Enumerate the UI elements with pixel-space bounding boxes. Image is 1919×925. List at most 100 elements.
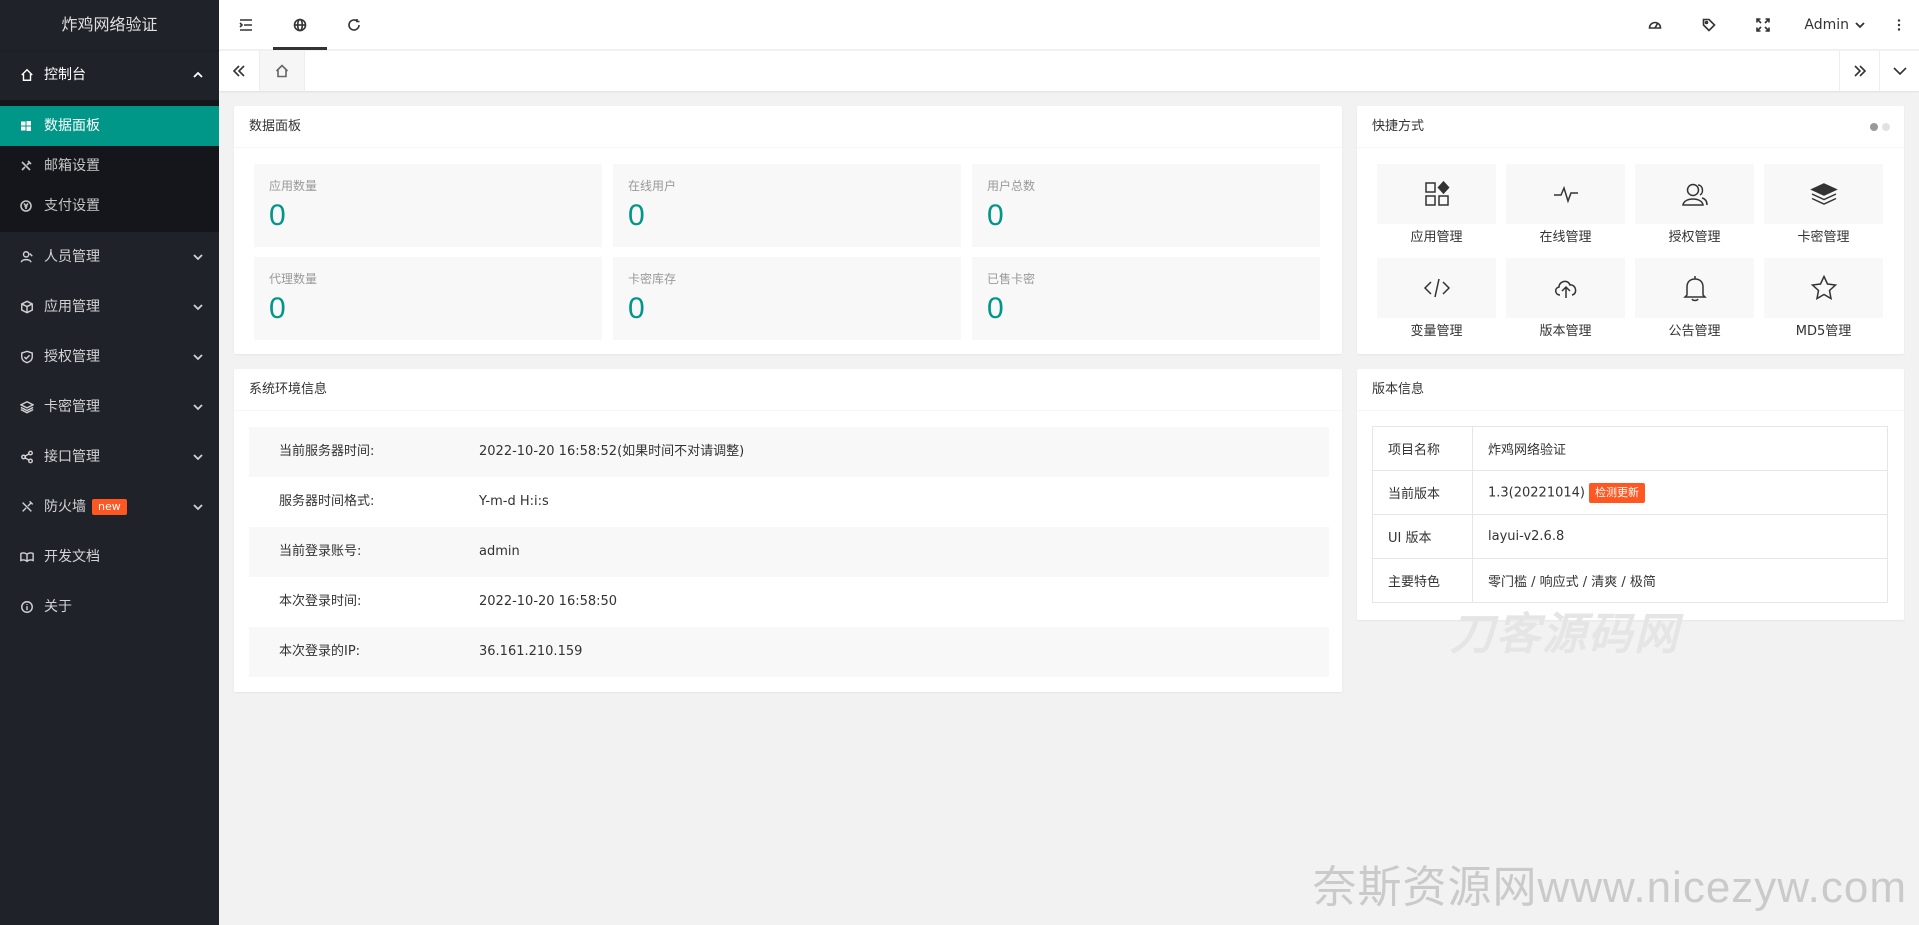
sidebar-item-label: 授权管理 xyxy=(44,349,100,365)
env-key: 服务器时间格式: xyxy=(279,494,375,509)
shortcut-var-manage[interactable]: 变量管理 xyxy=(1377,258,1496,346)
table-row: UI 版本 layui-v2.6.8 xyxy=(1372,514,1888,559)
env-value: admin xyxy=(479,544,520,559)
stat-label: 卡密库存 xyxy=(628,272,677,286)
sidebar-item-data-panel[interactable]: 数据面板 xyxy=(0,106,219,146)
version-table: 项目名称 炸鸡网络验证 当前版本 1.3(20221014) 检测更新 UI 版本… xyxy=(1372,426,1888,603)
info-icon xyxy=(20,600,34,614)
user-menu[interactable]: Admin xyxy=(1790,0,1879,50)
sidebar-item-pay-settings[interactable]: 支付设置 xyxy=(0,186,219,226)
stat-value: 0 xyxy=(987,292,1004,325)
check-update-button[interactable]: 检测更新 xyxy=(1589,482,1645,503)
stat-label: 已售卡密 xyxy=(987,272,1036,286)
sidebar-item-docs[interactable]: 开发文档 xyxy=(0,532,219,582)
sidebar-item-cards[interactable]: 卡密管理 xyxy=(0,382,219,432)
tab-home[interactable] xyxy=(259,51,305,91)
version-key: 当前版本 xyxy=(1372,470,1473,515)
layers-icon xyxy=(20,400,34,414)
table-row: 当前版本 1.3(20221014) 检测更新 xyxy=(1372,470,1888,515)
env-row: 当前服务器时间: 2022-10-20 16:58:52(如果时间不对请调整) xyxy=(249,427,1329,477)
fullscreen-icon xyxy=(1756,18,1771,32)
refresh-icon xyxy=(348,19,360,31)
home-icon xyxy=(20,68,34,82)
home-icon xyxy=(275,64,289,78)
shortcut-app-manage[interactable]: 应用管理 xyxy=(1377,164,1496,252)
sidebar: 炸鸡网络验证 控制台 数据面板 邮箱设置 支付设置 人员管理 应用管理 授权管理 xyxy=(0,0,219,925)
carousel-dot[interactable] xyxy=(1882,123,1890,131)
chevron-up-icon xyxy=(191,50,205,100)
username: Admin xyxy=(1804,17,1849,33)
shortcut-version-manage[interactable]: 版本管理 xyxy=(1506,258,1625,346)
stat-label: 应用数量 xyxy=(269,179,318,193)
tools-icon xyxy=(20,500,34,514)
toggle-sidebar-button[interactable] xyxy=(219,0,273,50)
card-title: 数据面板 xyxy=(234,106,1342,148)
version-value: 零门槛 / 响应式 / 清爽 / 极简 xyxy=(1472,558,1888,603)
sidebar-item-label: 应用管理 xyxy=(44,299,100,315)
sidebar-item-label: 邮箱设置 xyxy=(44,158,100,174)
theme-button[interactable] xyxy=(1628,0,1682,50)
shortcut-card-manage[interactable]: 卡密管理 xyxy=(1764,164,1883,252)
table-row: 主要特色 零门槛 / 响应式 / 清爽 / 极简 xyxy=(1372,558,1888,603)
fullscreen-button[interactable] xyxy=(1736,0,1790,50)
version-key: 项目名称 xyxy=(1372,426,1473,471)
stat-app-count: 应用数量 0 xyxy=(254,164,602,247)
sidebar-item-label: 人员管理 xyxy=(44,249,100,265)
sidebar-item-api[interactable]: 接口管理 xyxy=(0,432,219,482)
stat-label: 在线用户 xyxy=(628,179,677,193)
carousel-dots xyxy=(1866,123,1890,131)
tabs-scroll-left-button[interactable] xyxy=(219,51,259,91)
users-icon xyxy=(1681,183,1708,206)
tabs-menu-button[interactable] xyxy=(1879,51,1919,91)
yen-icon xyxy=(20,200,32,212)
shortcut-md5-manage[interactable]: MD5管理 xyxy=(1764,258,1883,346)
user-icon xyxy=(20,250,34,264)
more-button[interactable] xyxy=(1879,0,1919,50)
shortcuts-card: 快捷方式 应用管理 在线管理 授权管理 卡密管理 变量管理 版本管理 公告管理 … xyxy=(1357,106,1904,354)
chevron-down-icon xyxy=(191,282,205,332)
card-title: 版本信息 xyxy=(1357,369,1904,411)
card-title: 快捷方式 xyxy=(1357,106,1904,148)
sidebar-item-console[interactable]: 控制台 xyxy=(0,50,219,100)
shield-icon xyxy=(20,350,34,364)
sidebar-item-about[interactable]: 关于 xyxy=(0,582,219,632)
bottom-watermark: 奈斯资源网www.nicezyw.com xyxy=(1312,863,1907,912)
shortcut-auth-manage[interactable]: 授权管理 xyxy=(1635,164,1754,252)
chevron-down-icon xyxy=(191,482,205,532)
version-key: 主要特色 xyxy=(1372,558,1473,603)
sidebar-item-label: 防火墙 xyxy=(44,499,86,515)
shortcut-notice-manage[interactable]: 公告管理 xyxy=(1635,258,1754,346)
carousel-dot[interactable] xyxy=(1870,123,1878,131)
double-chevron-left-icon xyxy=(232,65,245,77)
app-logo[interactable]: 炸鸡网络验证 xyxy=(0,0,219,50)
chevron-down-icon xyxy=(191,432,205,482)
sidebar-item-users[interactable]: 人员管理 xyxy=(0,232,219,282)
sidebar-item-mail-settings[interactable]: 邮箱设置 xyxy=(0,146,219,186)
sidebar-item-auth[interactable]: 授权管理 xyxy=(0,332,219,382)
tabs-scroll-right-button[interactable] xyxy=(1839,51,1879,91)
stat-label: 代理数量 xyxy=(269,272,318,286)
chevron-down-icon xyxy=(191,232,205,282)
version-value: 1.3(20221014) xyxy=(1488,485,1585,500)
card-title: 系统环境信息 xyxy=(234,369,1342,411)
version-info-card: 版本信息 项目名称 炸鸡网络验证 当前版本 1.3(20221014) 检测更新 … xyxy=(1357,369,1904,620)
sidebar-item-label: 支付设置 xyxy=(44,198,100,214)
sidebar-item-apps[interactable]: 应用管理 xyxy=(0,282,219,332)
shortcut-label: 在线管理 xyxy=(1539,230,1592,245)
website-button[interactable] xyxy=(273,0,327,50)
apps-icon xyxy=(1424,180,1450,206)
stat-value: 0 xyxy=(269,292,286,325)
refresh-button[interactable] xyxy=(327,0,381,50)
env-value: 36.161.210.159 xyxy=(479,644,583,659)
stat-online-users: 在线用户 0 xyxy=(613,164,961,247)
shortcut-online-manage[interactable]: 在线管理 xyxy=(1506,164,1625,252)
note-button[interactable] xyxy=(1682,0,1736,50)
sidebar-item-firewall[interactable]: 防火墙 new xyxy=(0,482,219,532)
upload-cloud-icon xyxy=(1554,280,1576,298)
chevron-down-icon xyxy=(1892,67,1907,76)
cube-icon xyxy=(20,300,34,314)
shortcut-label: 卡密管理 xyxy=(1797,230,1850,245)
shortcut-label: 公告管理 xyxy=(1668,324,1721,339)
stat-agent-count: 代理数量 0 xyxy=(254,257,602,340)
center-watermark: 刀客源码网 xyxy=(1450,609,1680,660)
